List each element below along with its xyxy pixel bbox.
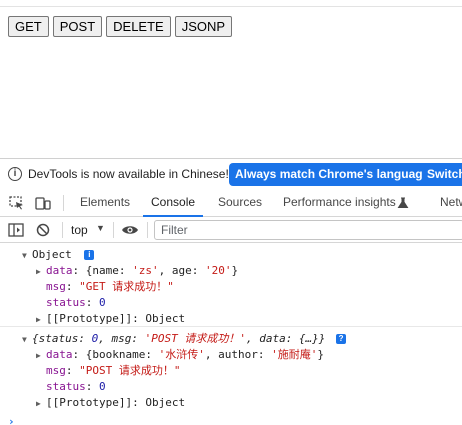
property-row-data[interactable]: ▶ data: {name: 'zs', age: '20'} — [36, 263, 238, 279]
devtools-panel: i DevTools is now available in Chinese! … — [0, 158, 462, 425]
collapsed-triangle-icon[interactable]: ▶ — [36, 264, 46, 280]
show-sidebar-icon[interactable] — [8, 223, 24, 237]
jsonp-button[interactable]: JSONP — [174, 16, 233, 37]
tab-divider — [63, 195, 64, 211]
device-toolbar-icon[interactable] — [35, 196, 51, 210]
toolbar-divider — [113, 222, 114, 238]
property-row-status: status: 0 — [46, 296, 106, 309]
collapsed-triangle-icon[interactable]: ▶ — [36, 396, 46, 412]
inspect-element-icon[interactable] — [9, 196, 25, 210]
infobar-message: DevTools is now available in Chinese! — [28, 167, 229, 181]
clear-console-icon[interactable] — [36, 223, 50, 237]
console-toolbar: top ▼ — [0, 217, 462, 243]
property-row-prototype[interactable]: ▶ [[Prototype]]: Object — [36, 311, 185, 327]
property-row-data[interactable]: ▶ data: {bookname: '水浒传', author: '施耐庵'} — [36, 347, 324, 363]
info-icon: i — [8, 167, 22, 181]
console-message: ▼ Object i ▶ data: {name: 'zs', age: '20'}… — [0, 247, 462, 327]
info-badge-icon[interactable]: ? — [336, 334, 347, 344]
tab-console[interactable]: Console — [143, 189, 204, 217]
switch-language-button[interactable]: Switch — [423, 163, 462, 186]
console-filter-input[interactable] — [154, 220, 462, 240]
property-row-msg: msg: "POST 请求成功！" — [46, 364, 181, 377]
live-expression-eye-icon[interactable] — [121, 224, 139, 236]
tab-elements[interactable]: Elements — [80, 189, 130, 217]
tab-network[interactable]: Netw — [440, 189, 462, 217]
info-badge-icon[interactable]: i — [84, 250, 95, 260]
request-button-row: GET POST DELETE JSONP — [8, 16, 233, 37]
get-button[interactable]: GET — [8, 16, 49, 37]
top-divider — [0, 6, 462, 7]
tab-sources[interactable]: Sources — [218, 189, 262, 217]
object-header[interactable]: ▼ Object i — [22, 247, 95, 264]
context-dropdown-icon[interactable]: ▼ — [96, 223, 105, 233]
collapsed-triangle-icon[interactable]: ▶ — [36, 348, 46, 364]
expanded-triangle-icon[interactable]: ▼ — [22, 248, 32, 264]
context-selector[interactable]: top — [71, 223, 88, 237]
object-header[interactable]: ▼ {status: 0, msg: 'POST 请求成功！', data: {…… — [22, 331, 347, 348]
toolbar-divider — [62, 222, 63, 238]
page-area: GET POST DELETE JSONP — [0, 0, 462, 158]
console-prompt-icon[interactable]: › — [8, 415, 15, 425]
collapsed-triangle-icon[interactable]: ▶ — [36, 312, 46, 328]
console-message: ▼ {status: 0, msg: 'POST 请求成功！', data: {…… — [0, 331, 462, 413]
delete-button[interactable]: DELETE — [106, 16, 171, 37]
always-match-language-button[interactable]: Always match Chrome's language — [229, 163, 436, 186]
devtools-tabbar: Elements Console Sources Performance ins… — [0, 189, 462, 217]
post-button[interactable]: POST — [52, 16, 103, 37]
tab-performance-insights[interactable]: Performance insights — [283, 189, 396, 217]
console-output: ▼ Object i ▶ data: {name: 'zs', age: '20'}… — [0, 244, 462, 425]
expanded-triangle-icon[interactable]: ▼ — [22, 332, 32, 348]
language-infobar: i DevTools is now available in Chinese! … — [0, 159, 462, 189]
property-row-prototype[interactable]: ▶ [[Prototype]]: Object — [36, 395, 185, 411]
property-row-msg: msg: "GET 请求成功！" — [46, 280, 174, 293]
property-row-status: status: 0 — [46, 380, 106, 393]
flask-icon — [397, 197, 409, 208]
toolbar-divider — [147, 222, 148, 238]
